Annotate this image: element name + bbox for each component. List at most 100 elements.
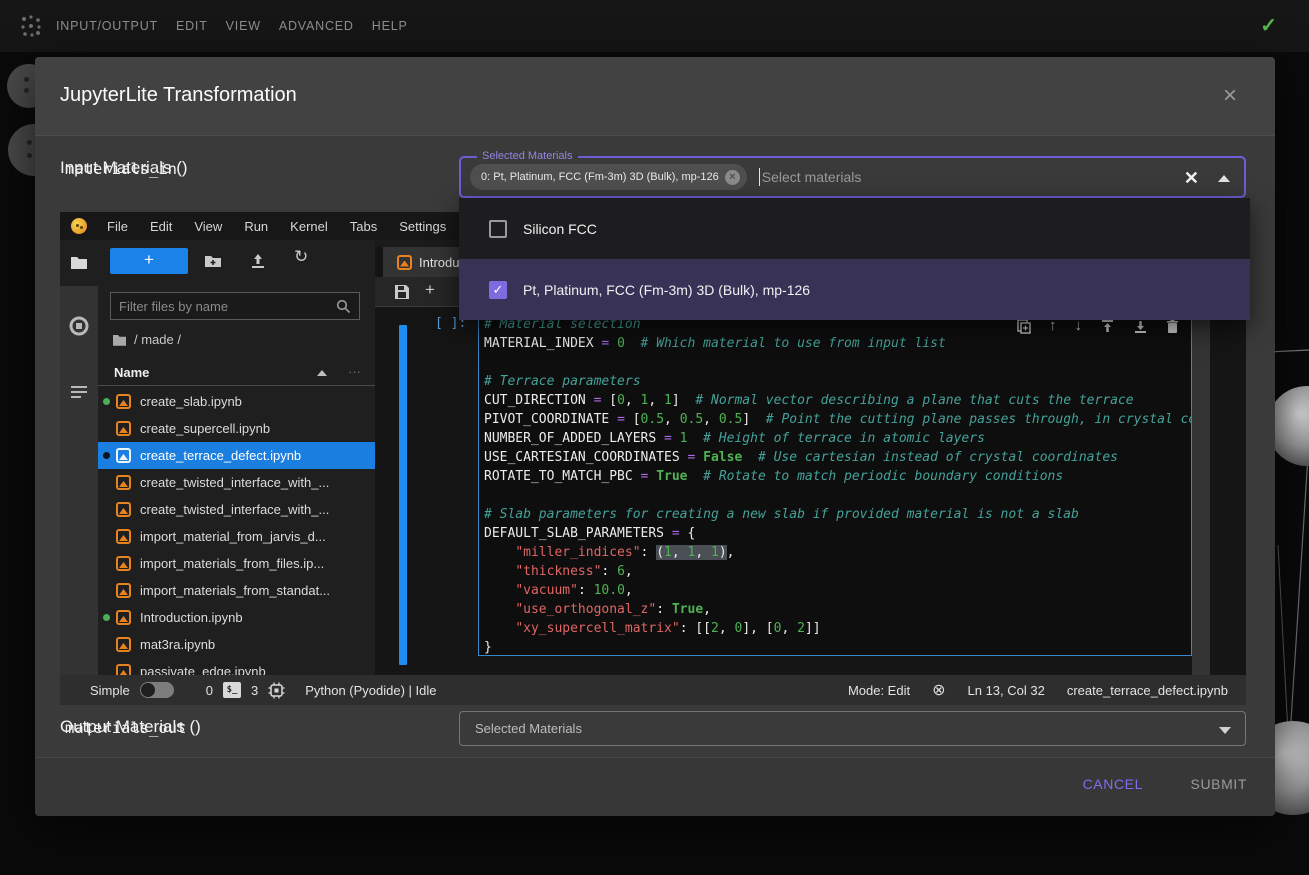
notebook-file-icon <box>116 502 131 517</box>
file-row[interactable]: create_slab.ipynb <box>98 388 375 415</box>
move-cell-up-icon[interactable]: ↑ <box>1049 318 1057 334</box>
mode-indicator[interactable]: Mode: Edit <box>848 683 910 698</box>
submit-button[interactable]: SUBMIT <box>1191 776 1248 792</box>
materials-dropdown-menu: Silicon FCC ✓ Pt, Platinum, FCC (Fm-3m) 3D… <box>459 198 1250 320</box>
jupyterlab-menu-items: FileEditViewRunKernelTabsSettings <box>96 219 457 234</box>
jl-menu-item-edit[interactable]: Edit <box>139 219 183 234</box>
app-menu-item-edit[interactable]: EDIT <box>176 19 208 33</box>
file-row[interactable]: passivate_edge.ipynb <box>98 658 375 675</box>
breadcrumb[interactable]: / made / <box>112 332 181 347</box>
file-row[interactable]: Introduction.ipynb <box>98 604 375 631</box>
delete-cell-icon[interactable] <box>1166 319 1179 334</box>
cursor-position[interactable]: Ln 13, Col 32 <box>968 683 1045 698</box>
combo-placeholder[interactable]: Select materials <box>762 169 862 185</box>
input-materials-code: materials_in <box>65 160 177 179</box>
new-launcher-button[interactable]: + <box>110 248 188 274</box>
sort-ascending-icon[interactable] <box>317 370 327 376</box>
code-line: USE_CARTESIAN_COORDINATES = False # Use … <box>484 448 1192 467</box>
code-line: "miller_indices": (1, 1, 1), <box>484 543 1192 562</box>
search-icon <box>336 299 351 314</box>
app-menu-item-help[interactable]: HELP <box>372 19 408 33</box>
file-list-header[interactable]: Name ··· <box>98 360 375 386</box>
app-menu-item-advanced[interactable]: ADVANCED <box>279 19 354 33</box>
collapse-caret-icon[interactable] <box>1218 175 1230 182</box>
material-option[interactable]: Silicon FCC <box>459 198 1250 259</box>
file-row[interactable]: import_material_from_jarvis_d... <box>98 523 375 550</box>
file-name: import_material_from_jarvis_d... <box>140 529 326 544</box>
file-row[interactable]: create_twisted_interface_with_... <box>98 496 375 523</box>
code-cell[interactable]: # Material selectionMATERIAL_INDEX = 0 #… <box>478 312 1192 656</box>
notebook-file-icon <box>116 664 131 675</box>
terminals-count: 0 <box>206 683 213 698</box>
kernel-running-dot <box>103 398 110 405</box>
checkbox-checked-icon[interactable]: ✓ <box>489 281 507 299</box>
close-icon[interactable]: × <box>1223 84 1237 108</box>
app-menu-item-input-output[interactable]: INPUT/OUTPUT <box>56 19 158 33</box>
breadcrumb-path: / made / <box>134 332 181 347</box>
new-folder-icon[interactable] <box>203 251 223 271</box>
insert-cell-icon[interactable]: + <box>425 280 435 300</box>
output-materials-code: materials_out <box>65 719 186 738</box>
input-materials-label-close: ) <box>182 158 188 177</box>
notebook-scrollbar[interactable] <box>1192 307 1210 675</box>
tab-label: Introdu <box>419 255 459 270</box>
notebook-content: [ ]: # Material selectionMATERIAL_INDEX … <box>375 307 1246 675</box>
app-logo-icon[interactable] <box>18 13 44 39</box>
output-materials-label: Output Materials (materials_out) <box>60 717 201 737</box>
trust-indicator-icon[interactable]: ⊗ <box>932 680 945 700</box>
refresh-icon[interactable]: ↻ <box>294 247 314 267</box>
jl-menu-item-tabs[interactable]: Tabs <box>339 219 388 234</box>
checkbox-unchecked-icon[interactable] <box>489 220 507 238</box>
file-row[interactable]: create_terrace_defect.ipynb <box>98 442 375 469</box>
jl-menu-item-file[interactable]: File <box>96 219 139 234</box>
output-materials-dropdown[interactable]: Selected Materials <box>459 711 1246 746</box>
cell-collapser[interactable] <box>399 325 407 665</box>
jl-menu-item-kernel[interactable]: Kernel <box>279 219 339 234</box>
file-browser-icon[interactable] <box>69 253 89 273</box>
selected-materials-combobox[interactable]: Selected Materials 0: Pt, Platinum, FCC … <box>459 156 1246 198</box>
kernel-dot-placeholder <box>103 668 110 675</box>
kernel-status[interactable]: Python (Pyodide) | Idle <box>305 683 436 698</box>
tab-introduction-notebook[interactable]: Introdu <box>383 247 459 277</box>
terminal-icon[interactable]: $_ <box>223 682 241 698</box>
file-row[interactable]: import_materials_from_standat... <box>98 577 375 604</box>
name-column-header[interactable]: Name <box>114 365 149 380</box>
code-line: ROTATE_TO_MATCH_PBC = True # Rotate to m… <box>484 467 1192 486</box>
filter-files-input[interactable]: Filter files by name <box>110 292 360 320</box>
status-check-icon[interactable]: ✓ <box>1260 13 1277 38</box>
jupyterlite-transformation-dialog: JupyterLite Transformation × Input Mater… <box>35 57 1275 816</box>
insert-cell-above-icon[interactable] <box>1100 319 1115 334</box>
code-editor[interactable]: # Material selectionMATERIAL_INDEX = 0 #… <box>484 315 1192 656</box>
cancel-button[interactable]: CANCEL <box>1083 776 1143 792</box>
clear-selection-icon[interactable]: ✕ <box>1184 168 1199 189</box>
jl-menu-item-settings[interactable]: Settings <box>388 219 457 234</box>
app-menu-item-view[interactable]: VIEW <box>226 19 261 33</box>
jl-menu-item-run[interactable]: Run <box>233 219 279 234</box>
kernel-chip-icon[interactable] <box>268 682 285 699</box>
header-more-icon[interactable]: ··· <box>348 364 361 379</box>
save-icon[interactable] <box>393 283 411 301</box>
table-of-contents-icon[interactable] <box>69 382 89 402</box>
file-name: create_twisted_interface_with_... <box>140 475 329 490</box>
notebook-file-icon <box>116 583 131 598</box>
notebook-file-icon <box>116 394 131 409</box>
file-row[interactable]: create_supercell.ipynb <box>98 415 375 442</box>
duplicate-cell-icon[interactable] <box>1017 319 1031 334</box>
material-chip[interactable]: 0: Pt, Platinum, FCC (Fm-3m) 3D (Bulk), … <box>470 164 747 190</box>
simple-mode-toggle[interactable] <box>140 682 174 698</box>
active-filename: create_terrace_defect.ipynb <box>1067 683 1228 698</box>
move-cell-down-icon[interactable]: ↓ <box>1075 318 1083 334</box>
file-name: import_materials_from_standat... <box>140 583 330 598</box>
file-row[interactable]: create_twisted_interface_with_... <box>98 469 375 496</box>
chip-remove-icon[interactable]: × <box>725 170 740 185</box>
material-option[interactable]: ✓ Pt, Platinum, FCC (Fm-3m) 3D (Bulk), mp… <box>459 259 1250 320</box>
home-folder-icon[interactable] <box>112 333 127 346</box>
running-kernels-icon[interactable] <box>69 316 89 336</box>
file-row[interactable]: import_materials_from_files.ip... <box>98 550 375 577</box>
upload-icon[interactable] <box>248 251 268 271</box>
jl-menu-item-view[interactable]: View <box>183 219 233 234</box>
file-row[interactable]: mat3ra.ipynb <box>98 631 375 658</box>
kernel-dot-placeholder <box>103 641 110 648</box>
material-option-label: Pt, Platinum, FCC (Fm-3m) 3D (Bulk), mp-… <box>523 282 810 298</box>
insert-cell-below-icon[interactable] <box>1133 319 1148 334</box>
